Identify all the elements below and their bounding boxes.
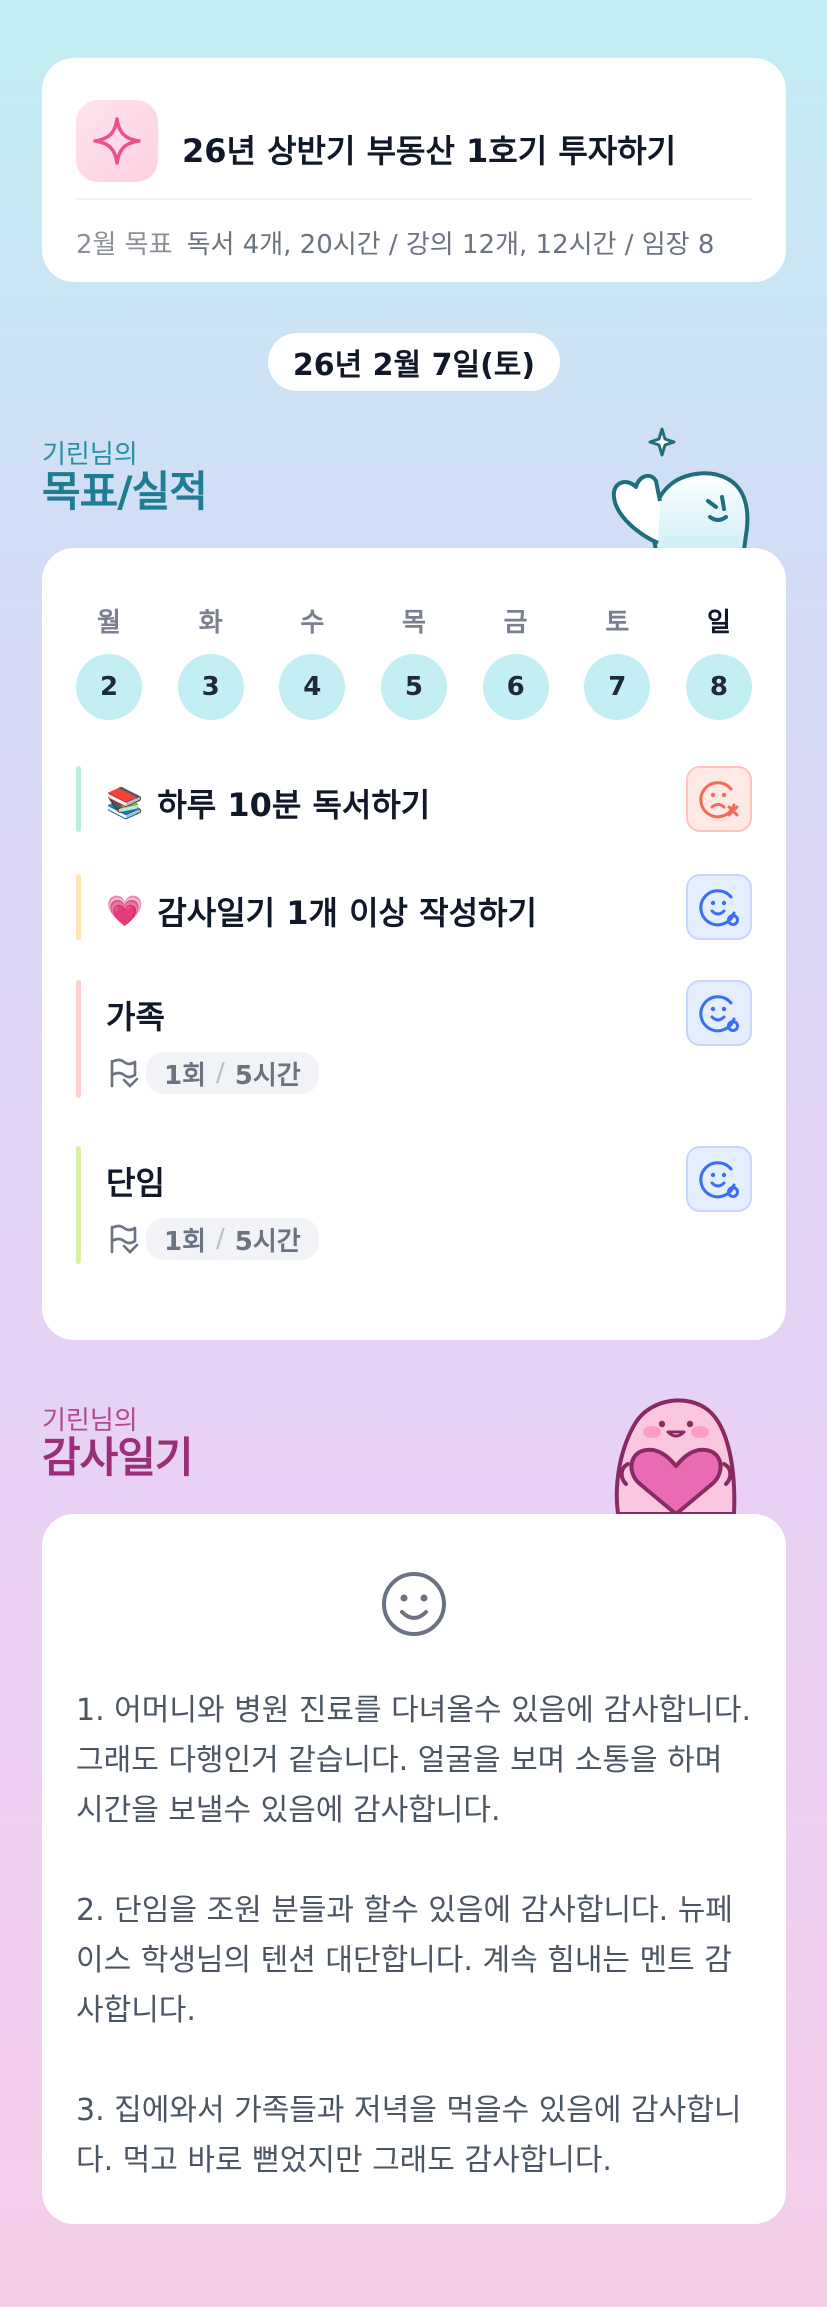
goal-card[interactable]: 26년 상반기 부동산 1호기 투자하기 2월 목표 독서 4개, 20시간 / … — [42, 58, 786, 282]
day-fri[interactable]: 금 6 — [482, 602, 549, 720]
smile-face-check-icon — [699, 1161, 739, 1199]
day-label: 토 — [605, 608, 630, 638]
goal-title: 26년 상반기 부동산 1호기 투자하기 — [182, 132, 677, 170]
mascot-heart-illustration — [614, 1398, 737, 1514]
task-hours: 5시간 — [234, 1060, 301, 1091]
day-label: 금 — [503, 608, 528, 638]
day-wed[interactable]: 수 4 — [279, 602, 346, 720]
day-number[interactable]: 4 — [279, 654, 346, 720]
day-sat[interactable]: 토 7 — [584, 602, 651, 720]
books-icon: 📚 — [106, 785, 144, 821]
task-meta: 1회/5시간 — [106, 1218, 319, 1260]
monthly-goal-value: 독서 4개, 20시간 / 강의 12개, 12시간 / 임장 8 — [186, 230, 715, 260]
gratitude-entry: 3. 집에와서 가족들과 저녁을 먹을수 있음에 감사합니다. 먹고 바로 뻗었… — [76, 2093, 742, 2178]
task-title-text: 하루 10분 독서하기 — [157, 786, 431, 824]
task-hours: 5시간 — [234, 1226, 301, 1257]
day-number[interactable]: 6 — [482, 654, 549, 720]
smile-face-icon — [382, 1572, 446, 1636]
gratitude-entries: 1. 어머니와 병원 진료를 다녀올수 있음에 감사합니다. 그래도 다행인거 … — [76, 1686, 752, 2186]
task-progress-pill: 1회/5시간 — [146, 1218, 319, 1260]
day-mon[interactable]: 월 2 — [76, 602, 142, 720]
smile-face-check-icon — [699, 889, 739, 927]
task-meta: 1회/5시간 — [106, 1052, 319, 1094]
mascot-thumbs-up-illustration — [611, 427, 750, 550]
task-progress-pill: 1회/5시간 — [146, 1052, 319, 1094]
task-title-text: 감사일기 1개 이상 작성하기 — [157, 894, 537, 932]
sparkle-icon — [76, 100, 158, 182]
day-number[interactable]: 5 — [380, 654, 447, 720]
gratitude-section-title: 감사일기 — [42, 1433, 194, 1482]
task-item-reading[interactable]: 📚 하루 10분 독서하기 — [76, 766, 752, 832]
task-title: 💗 감사일기 1개 이상 작성하기 — [106, 888, 537, 934]
task-status-ok-button[interactable] — [686, 980, 752, 1046]
date-selector[interactable]: 26년 2월 7일(토) — [268, 333, 560, 391]
gratitude-entry: 2. 단임을 조원 분들과 할수 있음에 감사합니다. 뉴페이스 학생님의 텐션… — [76, 1893, 733, 2028]
day-number[interactable]: 2 — [76, 654, 142, 720]
smile-face-check-icon — [699, 995, 739, 1033]
task-title-text: 단임 — [106, 1164, 165, 1202]
day-tue[interactable]: 화 3 — [177, 602, 244, 720]
task-item-family[interactable]: 가족 1회/5시간 — [76, 980, 752, 1098]
day-thu[interactable]: 목 5 — [380, 602, 447, 720]
task-status-ok-button[interactable] — [686, 1146, 752, 1212]
task-item-gratitude[interactable]: 💗 감사일기 1개 이상 작성하기 — [76, 874, 752, 940]
task-count: 1회 — [164, 1226, 207, 1257]
weekly-goals-card: 월 2 화 3 수 4 목 5 금 6 토 7 일 8 📚 하루 10분 독서하… — [42, 548, 786, 1340]
monthly-goal: 2월 목표 독서 4개, 20시간 / 강의 12개, 12시간 / 임장 8 — [76, 224, 752, 261]
sad-face-x-icon — [699, 781, 739, 819]
task-status-fail-button[interactable] — [686, 766, 752, 832]
day-number[interactable]: 8 — [685, 654, 752, 720]
task-title-text: 가족 — [106, 998, 165, 1036]
day-label: 화 — [198, 608, 223, 638]
gratitude-diary-card: 1. 어머니와 병원 진료를 다녀올수 있음에 감사합니다. 그래도 다행인거 … — [42, 1514, 786, 2224]
task-color-bar — [76, 766, 81, 832]
divider — [76, 198, 752, 200]
day-number[interactable]: 3 — [177, 654, 244, 720]
day-label: 목 — [402, 608, 426, 638]
flag-icon — [110, 1058, 139, 1088]
day-label: 수 — [300, 608, 325, 638]
goals-section-title: 목표/실적 — [42, 467, 208, 516]
flag-icon — [110, 1224, 139, 1254]
monthly-goal-label: 2월 목표 — [76, 230, 173, 260]
task-color-bar — [76, 874, 81, 940]
task-color-bar — [76, 980, 81, 1098]
day-label: 월 — [97, 608, 121, 638]
task-status-ok-button[interactable] — [686, 874, 752, 940]
heart-icon: 💗 — [106, 893, 144, 929]
gratitude-entry: 1. 어머니와 병원 진료를 다녀올수 있음에 감사합니다. 그래도 다행인거 … — [76, 1693, 751, 1828]
day-number[interactable]: 7 — [584, 654, 651, 720]
week-day-selector: 월 2 화 3 수 4 목 5 금 6 토 7 일 8 — [76, 602, 752, 720]
task-count: 1회 — [164, 1060, 207, 1091]
task-color-bar — [76, 1146, 81, 1264]
day-label: 일 — [706, 608, 731, 638]
task-item-danim[interactable]: 단임 1회/5시간 — [76, 1146, 752, 1264]
day-sun[interactable]: 일 8 — [685, 602, 752, 720]
task-title: 📚 하루 10분 독서하기 — [106, 780, 430, 826]
